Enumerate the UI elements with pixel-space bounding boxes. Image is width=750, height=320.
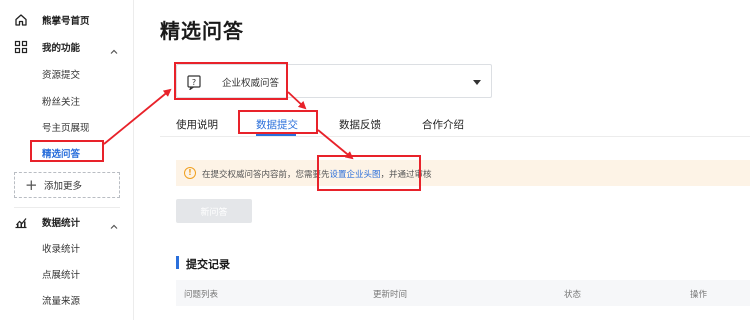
column-header-updated: 更新时间 — [373, 290, 408, 300]
sidebar-item-display-stats[interactable]: 点展统计 — [42, 267, 80, 281]
submit-records-title: 提交记录 — [186, 258, 230, 271]
chevron-up-icon[interactable] — [109, 42, 119, 54]
sidebar-item-traffic-source[interactable]: 流量来源 — [42, 293, 80, 307]
tab-data-feedback[interactable]: 数据反馈 — [339, 117, 381, 132]
nav-home-label: 熊掌号首页 — [42, 16, 90, 27]
section-accent-bar — [176, 256, 179, 269]
arrow-tab-to-link — [317, 129, 354, 160]
nav-my-functions[interactable]: 我的功能 — [0, 36, 134, 58]
highlight-box-link — [317, 155, 421, 191]
caret-down-icon — [473, 80, 481, 85]
notice-text-before: 在提交权威问答内容前，您需要先 — [202, 170, 330, 180]
tab-usage-guide[interactable]: 使用说明 — [176, 117, 218, 132]
tab-cooperation[interactable]: 合作介绍 — [422, 117, 464, 132]
warning-icon: ! — [184, 167, 196, 179]
column-header-actions: 操作 — [690, 290, 708, 300]
nav-data-stats-label: 数据统计 — [42, 218, 81, 229]
records-table-header: 问题列表 更新时间 状态 操作 — [176, 280, 750, 306]
apps-grid-icon — [14, 40, 28, 54]
sidebar-item-homepage-display[interactable]: 号主页展现 — [42, 120, 90, 134]
plus-icon: + — [25, 175, 38, 194]
add-more-button[interactable]: + 添加更多 — [14, 172, 120, 198]
nav-home[interactable]: 熊掌号首页 — [0, 9, 134, 31]
highlight-box-tab — [238, 110, 318, 134]
stats-chart-icon — [14, 215, 28, 229]
chevron-up-icon[interactable] — [109, 217, 119, 229]
sidebar-divider — [14, 207, 120, 208]
nav-data-stats[interactable]: 数据统计 — [0, 211, 134, 233]
sidebar-item-resource-submit[interactable]: 资源提交 — [42, 67, 80, 81]
add-more-label: 添加更多 — [44, 181, 83, 192]
highlight-box-selector — [174, 62, 288, 100]
notice-bar: ! 在提交权威问答内容前，您需要先设置企业头图，并通过审核 — [176, 160, 750, 186]
home-icon — [14, 13, 28, 27]
active-tab-indicator — [256, 134, 296, 136]
nav-my-functions-label: 我的功能 — [42, 43, 81, 54]
sidebar-item-fans[interactable]: 粉丝关注 — [42, 94, 80, 108]
column-header-questions: 问题列表 — [184, 290, 219, 300]
column-header-status: 状态 — [564, 290, 582, 300]
tabs-divider — [160, 136, 750, 137]
sidebar-item-index-stats[interactable]: 收录统计 — [42, 241, 80, 255]
new-qa-button[interactable]: 新问答 — [176, 199, 252, 223]
highlight-box-sidebar — [30, 140, 104, 162]
page-title: 精选问答 — [160, 19, 244, 43]
